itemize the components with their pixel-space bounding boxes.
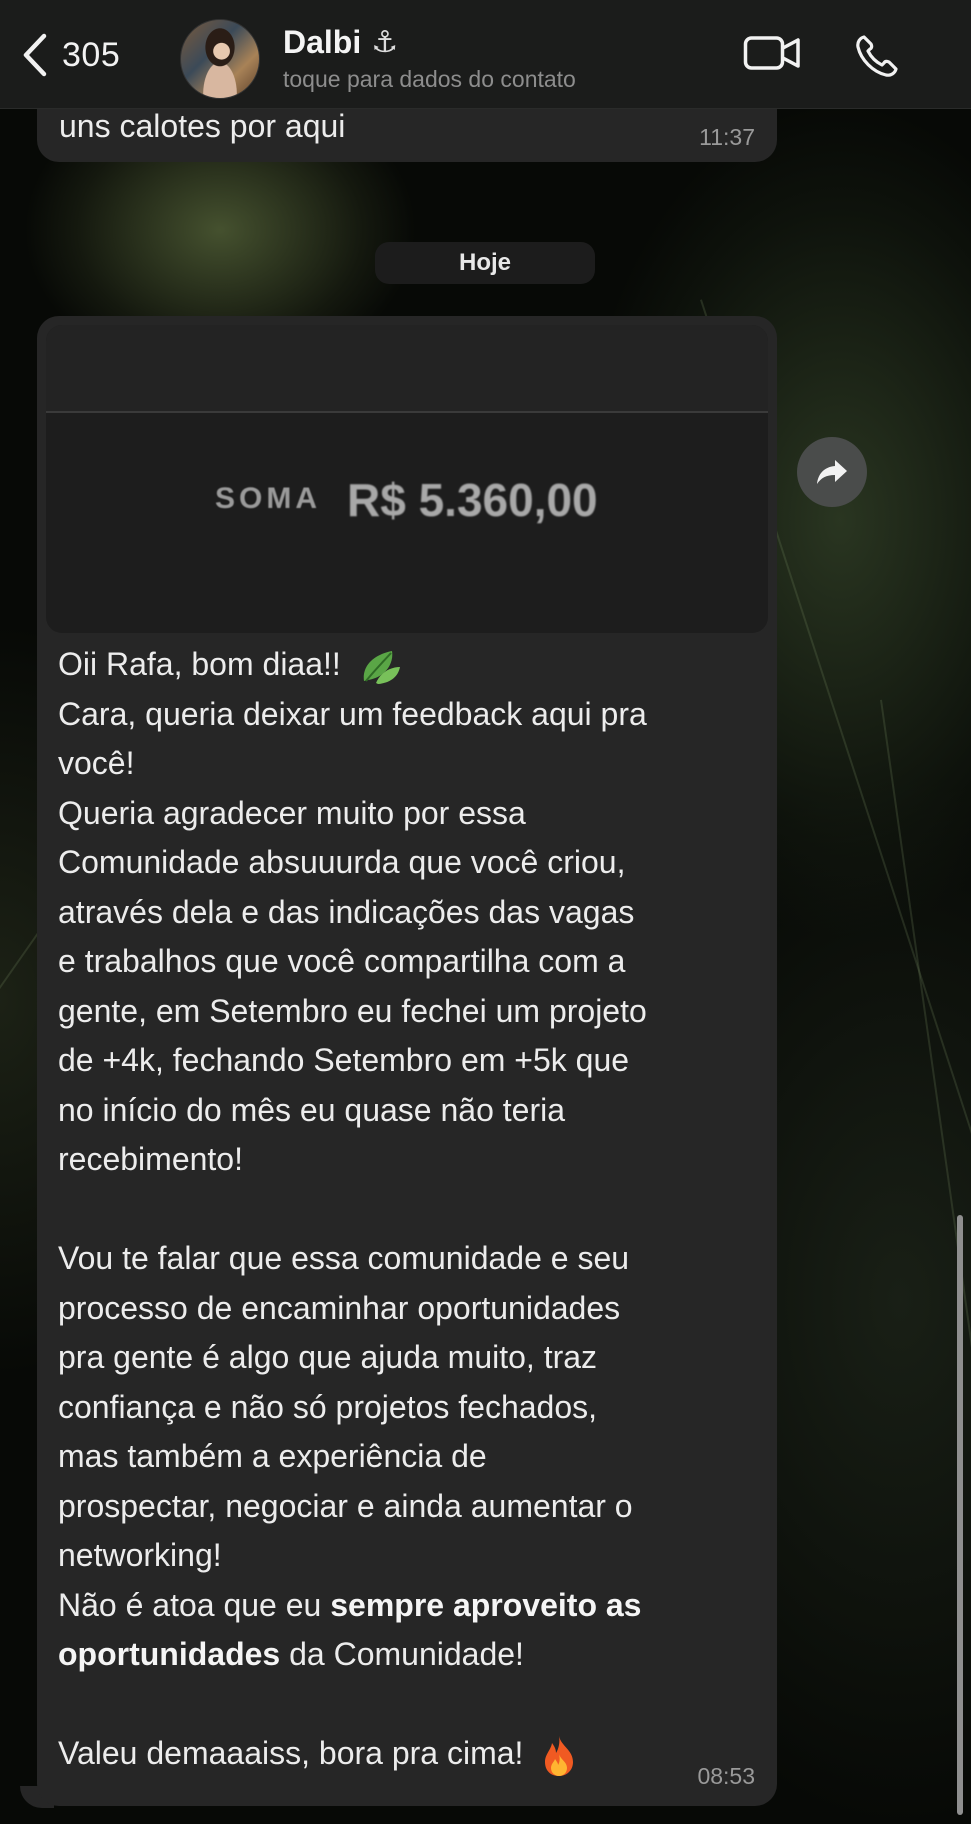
line-text: Oii Rafa, bom diaa!! [58,646,341,682]
anchor-icon: ⚓ [371,26,399,59]
forward-button[interactable] [797,437,867,507]
message-line: de +4k, fechando Setembro em +5k que [58,1042,630,1078]
message-line: confiança e não só projetos fechados, [58,1388,598,1425]
chat-header: 305 Dalbi ⚓ toque para dados do contato [0,0,971,109]
message-line: Vou te falar que essa comunidade e seu [58,1240,630,1276]
message-line: Oii Rafa, bom diaa!! [58,640,758,690]
avatar[interactable] [180,19,260,99]
message-line: pra gente é algo que ajuda muito, traz [58,1339,598,1375]
message-time: 08:53 [697,1763,755,1789]
scrollbar[interactable] [957,1215,963,1815]
message-line: no início do mês eu quase não teria [58,1091,565,1128]
line-text: Não é atoa que eu [58,1586,331,1623]
message-line: processo de encaminhar oportunidades [58,1289,621,1326]
message-time: 11:37 [699,124,755,150]
image-header-strip [46,325,768,413]
video-call-button[interactable] [743,33,801,78]
voice-call-button[interactable] [854,33,900,84]
contact-subtitle[interactable]: toque para dados do contato [283,66,576,93]
message-line: Queria agradecer muito por essa [58,794,526,831]
line-text: Valeu demaaaiss, bora pra cima! [58,1735,524,1771]
contact-name-row[interactable]: Dalbi ⚓ [283,24,398,61]
contact-name: Dalbi [283,24,362,60]
back-chevron-icon [23,33,47,77]
message-line: recebimento! [58,1141,243,1177]
bold-text: oportunidades [58,1636,281,1672]
fire-emoji-icon [545,1735,574,1776]
video-camera-icon [743,36,800,70]
message-line: gente, em Setembro eu fechei um projeto [58,992,647,1029]
unread-count: 305 [62,35,121,74]
image-sum-label: SOMA [215,482,321,515]
phone-icon [856,35,898,77]
message-line: através dela e das indicações das vagas [58,893,635,930]
message-line: mas também a experiência de [58,1438,487,1474]
line-text: da Comunidade! [280,1636,524,1672]
date-label: Hoje [458,249,511,276]
image-sum-value: R$ 5.360,00 [347,474,598,526]
back-button[interactable]: 305 [22,30,120,80]
message-text: uns calotes por aqui [59,108,346,144]
message-text: Oii Rafa, bom diaa!! Cara, queria deixar… [58,640,758,1779]
message-line: Não é atoa que eu sempre aproveito as [58,1581,758,1631]
forward-arrow-icon [817,460,847,484]
message-image[interactable]: SOMA R$ 5.360,00 [46,325,768,633]
message-line: Cara, queria deixar um feedback aqui pra [58,695,647,732]
message-bubble[interactable]: SOMA R$ 5.360,00 Oii Rafa, bom diaa!! Ca… [37,316,777,1806]
message-line: Comunidade absuuurda que você criou, [58,844,626,880]
date-divider: Hoje [375,242,595,284]
message-line: você! [58,745,135,781]
leaf-emoji-icon [363,650,400,684]
message-line: Valeu demaaaiss, bora pra cima! [58,1729,758,1779]
message-line: e trabalhos que você compartilha com a [58,943,626,979]
message-line: oportunidades da Comunidade! [58,1630,758,1680]
message-line: networking! [58,1537,222,1573]
message-line: prospectar, negociar e ainda aumentar o [58,1487,633,1524]
bold-text: sempre aproveito as [330,1586,642,1623]
